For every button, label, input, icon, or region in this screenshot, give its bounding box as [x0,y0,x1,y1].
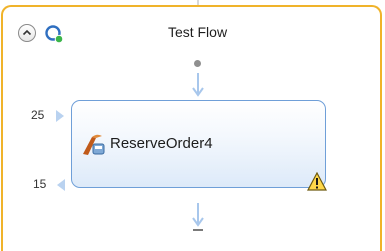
step-label: ReserveOrder4 [110,135,213,152]
input-port-label: 25 [31,108,45,122]
flow-title: Test Flow [167,24,228,40]
output-port-label: 15 [33,177,47,191]
output-port-arrow-icon[interactable] [56,178,66,192]
flow-end-marker [193,229,203,231]
input-port-arrow-icon[interactable] [55,109,65,123]
flow-start-marker [194,60,201,67]
step-node[interactable]: ReserveOrder4 [71,100,326,188]
collapse-button[interactable] [18,24,36,42]
chevron-up-icon [22,29,32,36]
connector-arrow-out [192,203,204,227]
connector-arrow-in [192,73,204,97]
refresh-icon[interactable] [43,23,65,45]
warning-icon[interactable] [307,172,327,191]
operation-icon [83,134,105,155]
flow-canvas: Test Flow 25 ReserveOrder4 15 [0,0,385,251]
